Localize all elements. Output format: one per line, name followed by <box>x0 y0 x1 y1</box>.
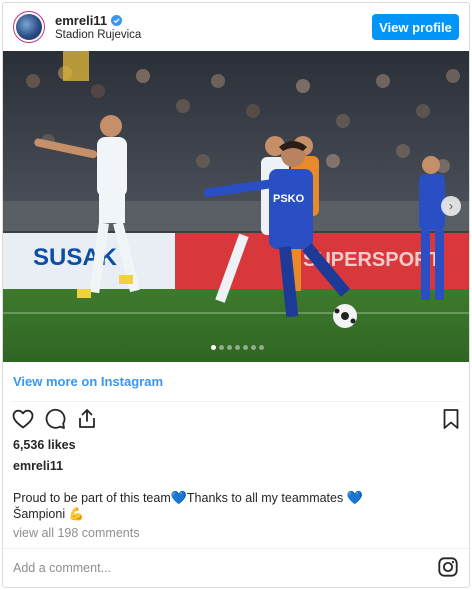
view-comments-link[interactable]: view all 198 comments <box>13 526 139 540</box>
instagram-icon[interactable] <box>437 556 459 578</box>
caption-line-2: Šampioni <box>13 507 66 521</box>
heart-icon[interactable] <box>11 407 35 431</box>
divider <box>3 548 469 549</box>
username-link[interactable]: emreli11 <box>55 13 107 28</box>
caption-username[interactable]: emreli11 <box>13 459 63 473</box>
caption-text: Proud to be part of this team <box>13 491 171 505</box>
view-profile-button[interactable]: View profile <box>372 14 459 40</box>
likes-count[interactable]: 6,536 likes <box>13 438 76 452</box>
username-row: emreli11 <box>55 13 123 28</box>
carousel-dot[interactable] <box>250 345 256 350</box>
jersey-text: PSKO <box>273 193 305 205</box>
carousel-dot[interactable] <box>242 345 248 350</box>
carousel-dot[interactable] <box>258 345 264 350</box>
carousel-dot[interactable] <box>210 345 216 350</box>
divider <box>13 401 459 402</box>
comment-icon[interactable] <box>43 407 67 431</box>
carousel-next-button[interactable]: › <box>441 196 461 216</box>
chevron-right-icon: › <box>449 199 453 213</box>
avatar[interactable] <box>13 11 45 43</box>
post-caption: Proud to be part of this team💙Thanks to … <box>13 490 453 522</box>
bookmark-icon[interactable] <box>439 407 463 431</box>
action-bar <box>11 407 463 433</box>
view-more-link[interactable]: View more on Instagram <box>13 374 163 389</box>
location-link[interactable]: Stadion Rujevica <box>55 29 141 41</box>
carousel-dot[interactable] <box>218 345 224 350</box>
verified-badge-icon <box>111 15 123 26</box>
carousel-dot[interactable] <box>234 345 240 350</box>
add-comment-input[interactable]: Add a comment... <box>13 561 111 575</box>
football <box>333 304 357 328</box>
caption-text-2: Thanks to all my teammates <box>186 491 344 505</box>
blue-heart-emoji: 💙 <box>346 490 363 505</box>
blue-heart-emoji: 💙 <box>170 490 187 505</box>
photo-illustration: SUSAK SUPERSPORT PSKO <box>3 51 469 362</box>
post-photo[interactable]: SUSAK SUPERSPORT PSKO › <box>3 51 469 362</box>
share-icon[interactable] <box>75 407 99 431</box>
carousel-dots <box>3 345 469 350</box>
post-header: emreli11 Stadion Rujevica View profile <box>3 3 469 51</box>
instagram-embed-card: emreli11 Stadion Rujevica View profile S… <box>2 2 470 588</box>
carousel-dot[interactable] <box>226 345 232 350</box>
flexed-arm-emoji: 💪 <box>68 507 85 521</box>
